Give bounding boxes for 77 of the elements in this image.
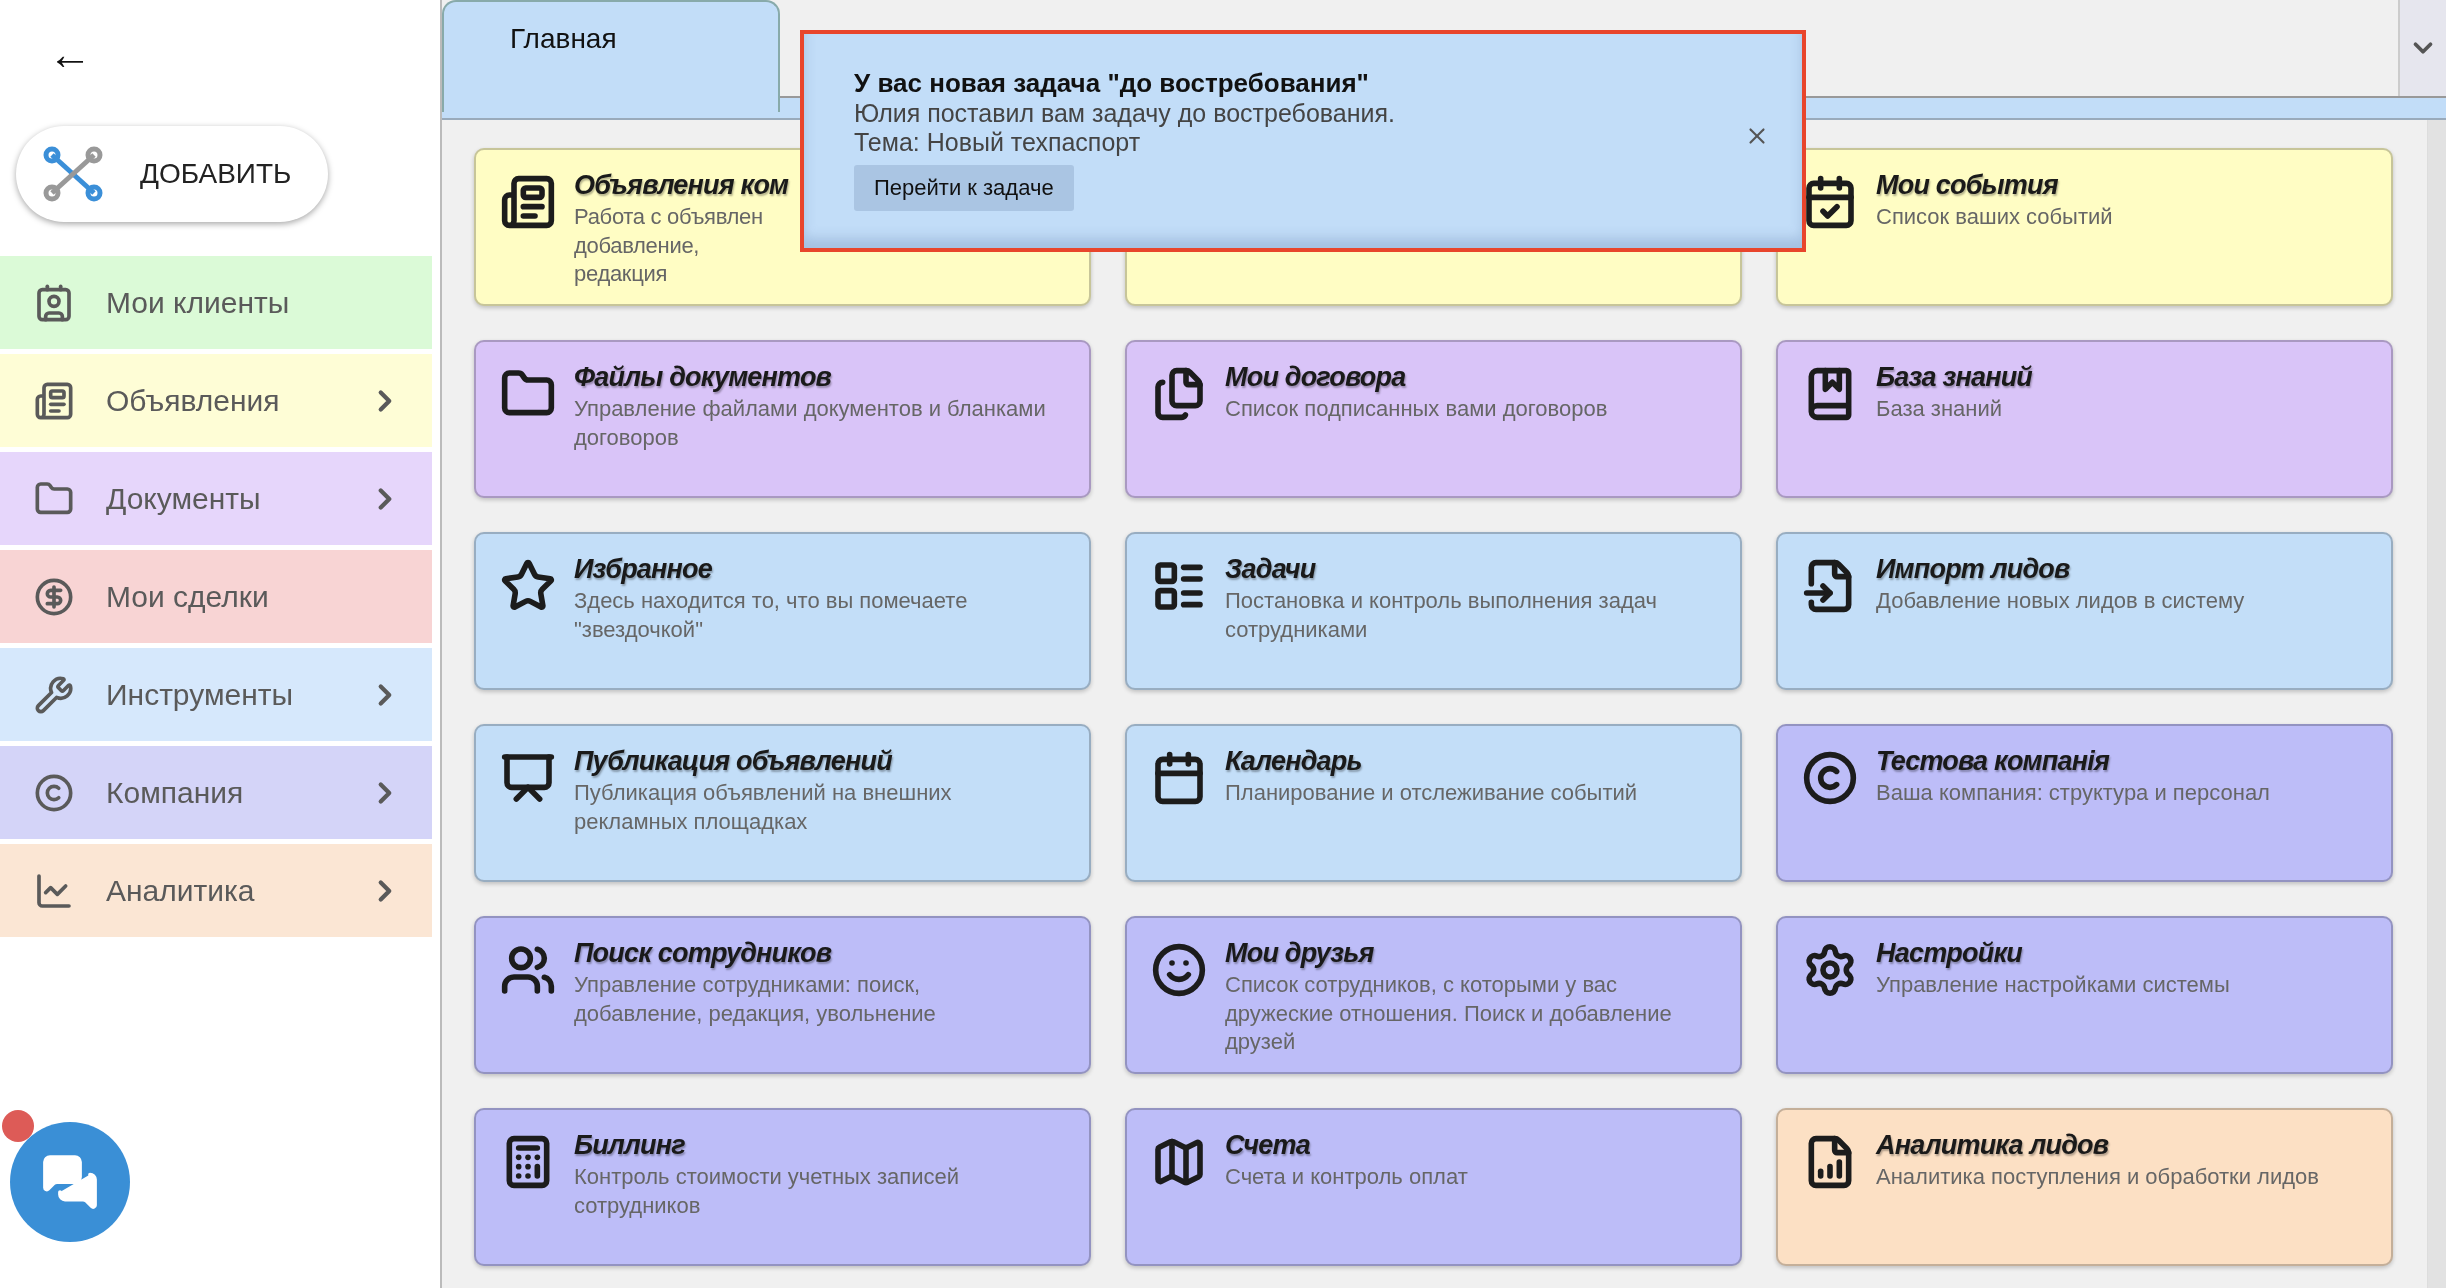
tile-description: Список подписанных вами договоров — [1225, 395, 1608, 423]
chat-bubbles-icon — [40, 1152, 100, 1212]
tile-description: Счета и контроль оплат — [1225, 1163, 1468, 1191]
tile-title: Поиск сотрудников — [574, 938, 833, 969]
tile-description: Список ваших событий — [1876, 203, 2113, 231]
tile-title: Аналитика лидов — [1876, 1130, 2110, 1161]
sidebar-item[interactable]: Мои клиенты — [0, 256, 432, 349]
sidebar-label: Аналитика — [106, 873, 256, 908]
menu-tile[interactable]: Биллинг Контроль стоимости учетных записей сотрудников — [474, 1108, 1091, 1266]
sidebar-label: Инструменты — [106, 677, 295, 712]
menu-tile[interactable]: Тестова компанія Ваша компания: структура и персонал — [1776, 724, 2393, 882]
sidebar-label: Объявления — [106, 383, 281, 418]
add-button[interactable]: ДОБАВИТЬ — [16, 126, 328, 222]
menu-tile[interactable]: Импорт лидов Добавление новых лидов в систему — [1776, 532, 2393, 690]
sidebar-item[interactable]: Объявления — [0, 354, 432, 447]
tile-description: Планирование и отслеживание событий — [1225, 779, 1638, 807]
sidebar-item[interactable]: Инструменты — [0, 648, 432, 741]
tile-title: Публикация объявлений — [574, 746, 894, 777]
menu-tile[interactable]: База знаний База знаний — [1776, 340, 2393, 498]
tile-title: Задачи — [1225, 554, 1317, 585]
menu-tile[interactable]: Мои друзья Список сотрудников, с которыми у вас дружеские отношения. Поиск и добавление друзей — [1125, 916, 1742, 1074]
notification-text: Юлия поставил вам задачу до востребования. — [854, 99, 1396, 128]
menu-tile[interactable]: Календарь Планирование и отслеживание событий — [1125, 724, 1742, 882]
tile-description: База знаний — [1876, 395, 2004, 423]
tile-title: Файлы документов — [574, 362, 833, 393]
tile-description: Список сотрудников, с которыми у вас дружеские отношения. Поиск и добавление друзей — [1225, 971, 1673, 1057]
sidebar-item[interactable]: Документы — [0, 452, 432, 545]
sidebar-label: Документы — [106, 481, 262, 516]
menu-tile[interactable]: Мои договора Список подписанных вами договоров — [1125, 340, 1742, 498]
menu-tile[interactable]: Публикация объявлений Публикация объявлений на внешних рекламных площадках — [474, 724, 1091, 882]
tile-description: Управление файлами документов и бланками договоров — [574, 395, 1047, 452]
tile-title: Мои договора — [1225, 362, 1407, 393]
menu-tile[interactable]: Задачи Постановка и контроль выполнения задач сотрудниками — [1125, 532, 1742, 690]
tile-description: Управление сотрудниками: поиск, добавление, редакция, увольнение — [574, 971, 937, 1028]
menu-tile[interactable]: Избранное Здесь находится то, что вы помечаете "звездочкой" — [474, 532, 1091, 690]
menu-tile[interactable]: Аналитика лидов Аналитика поступления и обработки лидов — [1776, 1108, 2393, 1266]
menu-tile[interactable]: Файлы документов Управление файлами документов и бланками договоров — [474, 340, 1091, 498]
tile-title: Мои события — [1876, 170, 2059, 201]
tile-title: Настройки — [1876, 938, 2024, 969]
tab[interactable]: Главная — [442, 0, 780, 112]
tile-title: Биллинг — [574, 1130, 686, 1161]
sidebar-label: Мои сделки — [106, 579, 270, 614]
tile-description: Контроль стоимости учетных записей сотрудников — [574, 1163, 961, 1220]
newspaper-icon — [34, 380, 74, 421]
tile-title: Импорт лидов — [1876, 554, 2071, 585]
back-button[interactable]: ← — [44, 28, 96, 80]
tile-description: Ваша компания: структура и персонал — [1876, 779, 2270, 807]
sidebar-item[interactable]: Компания — [0, 746, 432, 839]
copyright-icon — [34, 772, 74, 813]
tile-description: Добавление новых лидов в систему — [1876, 587, 2245, 615]
menu-tile[interactable]: Мои события Список ваших событий — [1776, 148, 2393, 306]
scrollbar[interactable] — [2427, 120, 2446, 1288]
tile-title: Мои друзья — [1225, 938, 1375, 969]
tile-title: Избранное — [574, 554, 713, 585]
notification-title: У вас новая задача "до востребования" — [854, 68, 1370, 99]
tile-description: Постановка и контроль выполнения задач сотрудниками — [1225, 587, 1658, 644]
menu-tile[interactable]: Поиск сотрудников Управление сотрудниками: поиск, добавление, редакция, увольнение — [474, 916, 1091, 1074]
tile-title: Счета — [1225, 1130, 1311, 1161]
tile-title: База знаний — [1876, 362, 2033, 393]
contact-card-icon — [34, 282, 74, 323]
tile-title: Объявления ком — [574, 170, 790, 201]
sidebar-label: Мои клиенты — [106, 285, 291, 320]
go-to-task-button[interactable]: Перейти к задаче — [854, 165, 1074, 211]
tile-description: Публикация объявлений на внешних рекламных площадках — [574, 779, 953, 836]
tile-description: Аналитика поступления и обработки лидов — [1876, 1163, 2319, 1191]
sidebar-item[interactable]: Мои сделки — [0, 550, 432, 643]
menu-tile[interactable]: Настройки Управление настройками системы — [1776, 916, 2393, 1074]
tools-icon — [34, 674, 74, 715]
money-icon — [34, 576, 74, 617]
menu-tile[interactable]: Счета Счета и контроль оплат — [1125, 1108, 1742, 1266]
tile-description: Управление настройками системы — [1876, 971, 2230, 999]
tile-description: Работа с объявлен добавление, редакция — [574, 203, 764, 289]
sidebar-item[interactable]: Аналитика — [0, 844, 432, 937]
tile-title: Календарь — [1225, 746, 1363, 777]
sidebar-label: Компания — [106, 775, 245, 810]
tile-title: Тестова компанія — [1876, 746, 2111, 777]
tile-description: Здесь находится то, что вы помечаете "звездочкой" — [574, 587, 969, 644]
